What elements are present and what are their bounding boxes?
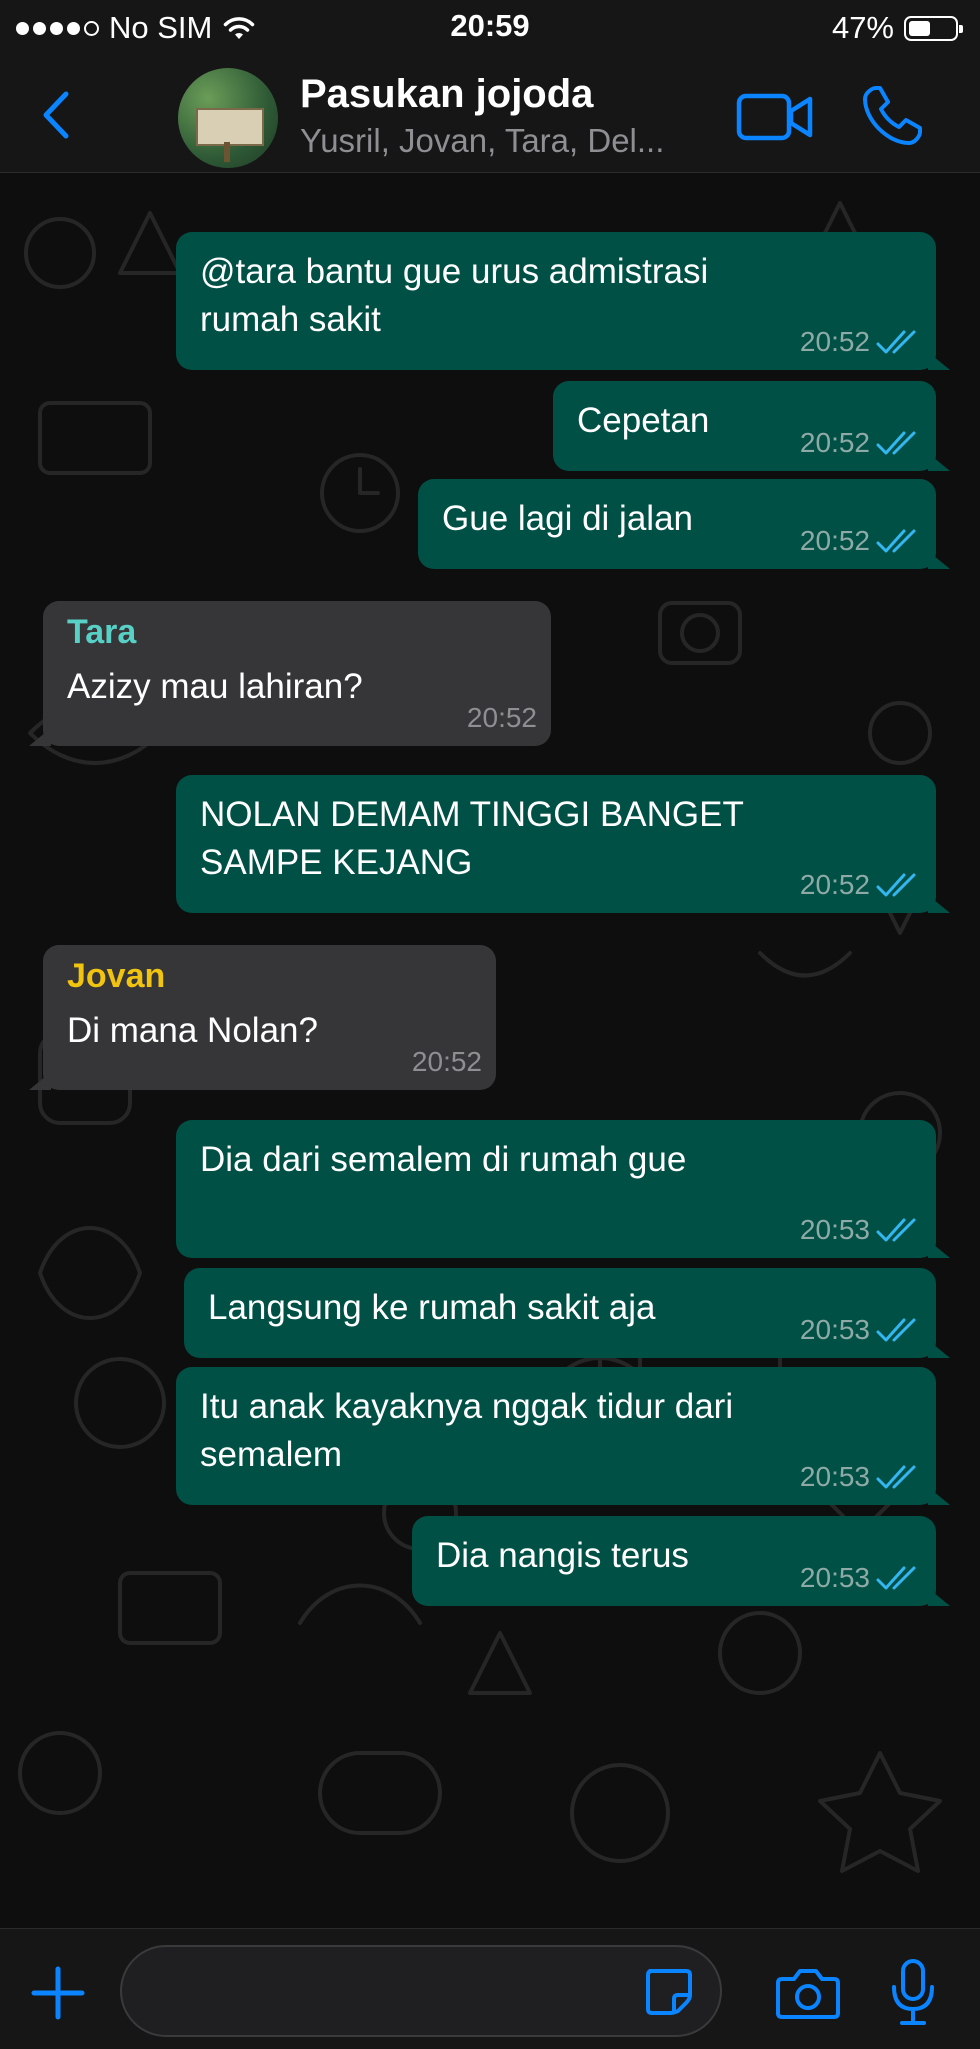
message-list[interactable]: 09:28 @tara bantu gue urus admistrasirum… [0,173,980,1928]
message-meta: 20:52 [800,869,922,901]
message-meta: 20:52 [800,326,922,358]
message-meta: 20:52 [467,702,537,734]
message-time: 20:52 [799,869,870,900]
chevron-left-icon[interactable] [36,88,76,142]
message-text: rumah sakit [200,300,381,339]
battery-percent: 47% [831,10,894,45]
message-text: semalem [200,1435,342,1474]
message-text: @tara bantu gue urus admistrasi [200,252,709,291]
message-bubble[interactable]: NOLAN DEMAM TINGGI BANGET SAMPE KEJANG 20:… [176,775,950,913]
message-time: 20:53 [799,1314,870,1345]
message-text: Itu anak kayaknya nggak tidur dari [200,1387,734,1426]
group-avatar[interactable] [178,68,278,168]
chat-title[interactable]: Pasukan jojoda [300,72,593,117]
message-time: 20:53 [799,1214,870,1245]
battery-icon [904,15,963,41]
sender-name[interactable]: Jovan [67,957,165,996]
double-check-icon [876,1318,916,1342]
message-meta: 20:53 [800,1314,922,1346]
message-bubble[interactable]: Dia nangis terus 20:53 [412,1516,950,1606]
message-bubble[interactable]: Gue lagi di jalan 20:52 [418,479,950,569]
double-check-icon [876,330,916,354]
message-text: Di mana Nolan? [67,1011,318,1050]
message-time: 20:52 [799,326,870,357]
message-text: Dia dari semalem di rumah gue [200,1140,687,1179]
message-time: 20:52 [466,702,537,733]
message-bubble[interactable]: Dia dari semalem di rumah gue 20:53 [176,1120,950,1258]
double-check-icon [876,1465,916,1489]
message-meta: 20:52 [412,1046,482,1078]
message-time: 20:52 [799,525,870,556]
plus-icon[interactable] [30,1965,86,2021]
message-meta: 20:53 [800,1461,922,1493]
message-meta: 20:53 [800,1562,922,1594]
phone-icon[interactable] [860,84,924,148]
message-time: 20:52 [411,1046,482,1077]
chat-participants[interactable]: Yusril, Jovan, Tara, Del... [300,122,700,160]
battery-status: 47% [831,10,963,46]
double-check-icon [876,431,916,455]
message-text: NOLAN DEMAM TINGGI BANGET [200,795,744,834]
composer-bar [0,1928,980,2049]
message-text: Azizy mau lahiran? [67,667,363,706]
double-check-icon [876,529,916,553]
double-check-icon [876,873,916,897]
message-bubble[interactable]: @tara bantu gue urus admistrasi rumah sak… [176,232,950,370]
chat-header: Pasukan jojoda Yusril, Jovan, Tara, Del.… [0,58,980,173]
double-check-icon [876,1218,916,1242]
sticker-icon[interactable] [642,1965,694,2017]
message-time: 20:53 [799,1461,870,1492]
message-bubble[interactable]: Jovan Di mana Nolan? 20:52 [29,945,496,1090]
status-bar: No SIM 20:59 47% [0,0,980,58]
message-text: Gue lagi di jalan [442,499,693,538]
message-bubble[interactable]: Langsung ke rumah sakit aja 20:53 [184,1268,950,1358]
message-bubble[interactable]: Tara Azizy mau lahiran? 20:52 [29,601,551,746]
message-input[interactable] [120,1945,722,2037]
message-bubble[interactable]: Itu anak kayaknya nggak tidur dari semale… [176,1367,950,1505]
message-meta: 20:52 [800,525,922,557]
message-time: 20:52 [799,427,870,458]
camera-icon[interactable] [776,1965,840,2021]
microphone-icon[interactable] [888,1957,938,2027]
message-text: Dia nangis terus [436,1536,689,1575]
message-bubble[interactable]: Cepetan 20:52 [553,381,950,471]
message-text: Langsung ke rumah sakit aja [208,1288,656,1327]
message-meta: 20:53 [800,1214,922,1246]
sender-name[interactable]: Tara [67,613,136,652]
message-text: Cepetan [577,401,710,440]
message-text: SAMPE KEJANG [200,843,473,882]
message-time: 20:53 [799,1562,870,1593]
double-check-icon [876,1566,916,1590]
message-meta: 20:52 [800,427,922,459]
video-camera-icon[interactable] [736,90,814,144]
